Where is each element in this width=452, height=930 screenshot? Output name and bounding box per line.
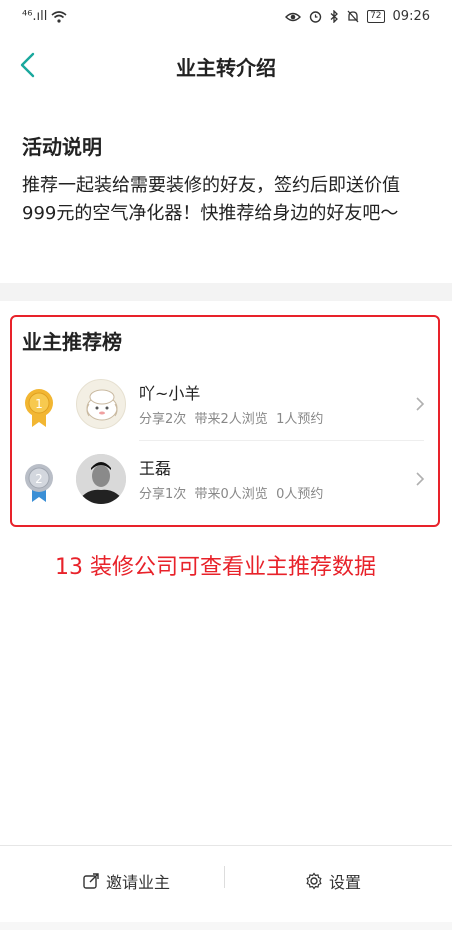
- annotation-text: 13 装修公司可查看业主推荐数据: [55, 555, 376, 580]
- owner-name: 王磊: [139, 459, 172, 478]
- clock-time: 09:26: [392, 9, 430, 24]
- svg-text:2: 2: [35, 472, 43, 486]
- battery-icon: 72: [367, 10, 385, 23]
- mute-bell-icon: [347, 10, 359, 23]
- ranking-row[interactable]: 1 吖~小羊 分享2次 带来2人浏览 1人预约: [0, 379, 452, 449]
- signal-icon: ⁴⁶.ıll: [22, 9, 48, 24]
- section-divider: [0, 283, 452, 301]
- gold-medal-icon: 1: [25, 389, 53, 427]
- settings-button[interactable]: 设置: [305, 864, 361, 898]
- activity-description: 推荐一起装给需要装修的好友，签约后即送价值999元的空气净化器！快推荐给身边的好…: [22, 175, 400, 224]
- toolbar-separator: [224, 866, 225, 888]
- owner-name: 吖~小羊: [139, 384, 201, 403]
- nav-bar: 业主转介绍: [0, 34, 452, 96]
- wifi-icon: [51, 10, 67, 23]
- owner-stats: 分享1次 带来0人浏览 0人预约: [139, 487, 324, 502]
- eye-icon: [285, 12, 302, 21]
- silver-medal-icon: 2: [25, 464, 53, 502]
- owner-stats: 分享2次 带来2人浏览 1人预约: [139, 412, 324, 427]
- status-bar: ⁴⁶.ıll 72 09:26: [0, 0, 452, 34]
- ranking-row[interactable]: 2 王磊 分享1次 带来0人浏览 0人预约: [0, 454, 452, 524]
- share-icon: [83, 873, 99, 889]
- bottom-toolbar: 邀请业主 设置: [0, 845, 452, 916]
- bluetooth-icon: [330, 10, 339, 23]
- row-divider: [139, 440, 424, 441]
- alarm-icon: [309, 11, 322, 23]
- settings-label: 设置: [329, 873, 362, 892]
- activity-title: 活动说明: [22, 135, 102, 159]
- avatar: [76, 454, 126, 504]
- invite-owner-label: 邀请业主: [106, 873, 171, 892]
- chevron-right-icon: [416, 472, 425, 486]
- invite-owner-button[interactable]: 邀请业主: [82, 864, 170, 898]
- gear-icon: [306, 872, 322, 890]
- svg-text:1: 1: [35, 397, 43, 411]
- bottom-edge: [0, 922, 452, 930]
- ranking-title: 业主推荐榜: [22, 330, 122, 354]
- avatar: [76, 379, 126, 429]
- page-title: 业主转介绍: [176, 56, 276, 80]
- chevron-right-icon: [416, 397, 425, 411]
